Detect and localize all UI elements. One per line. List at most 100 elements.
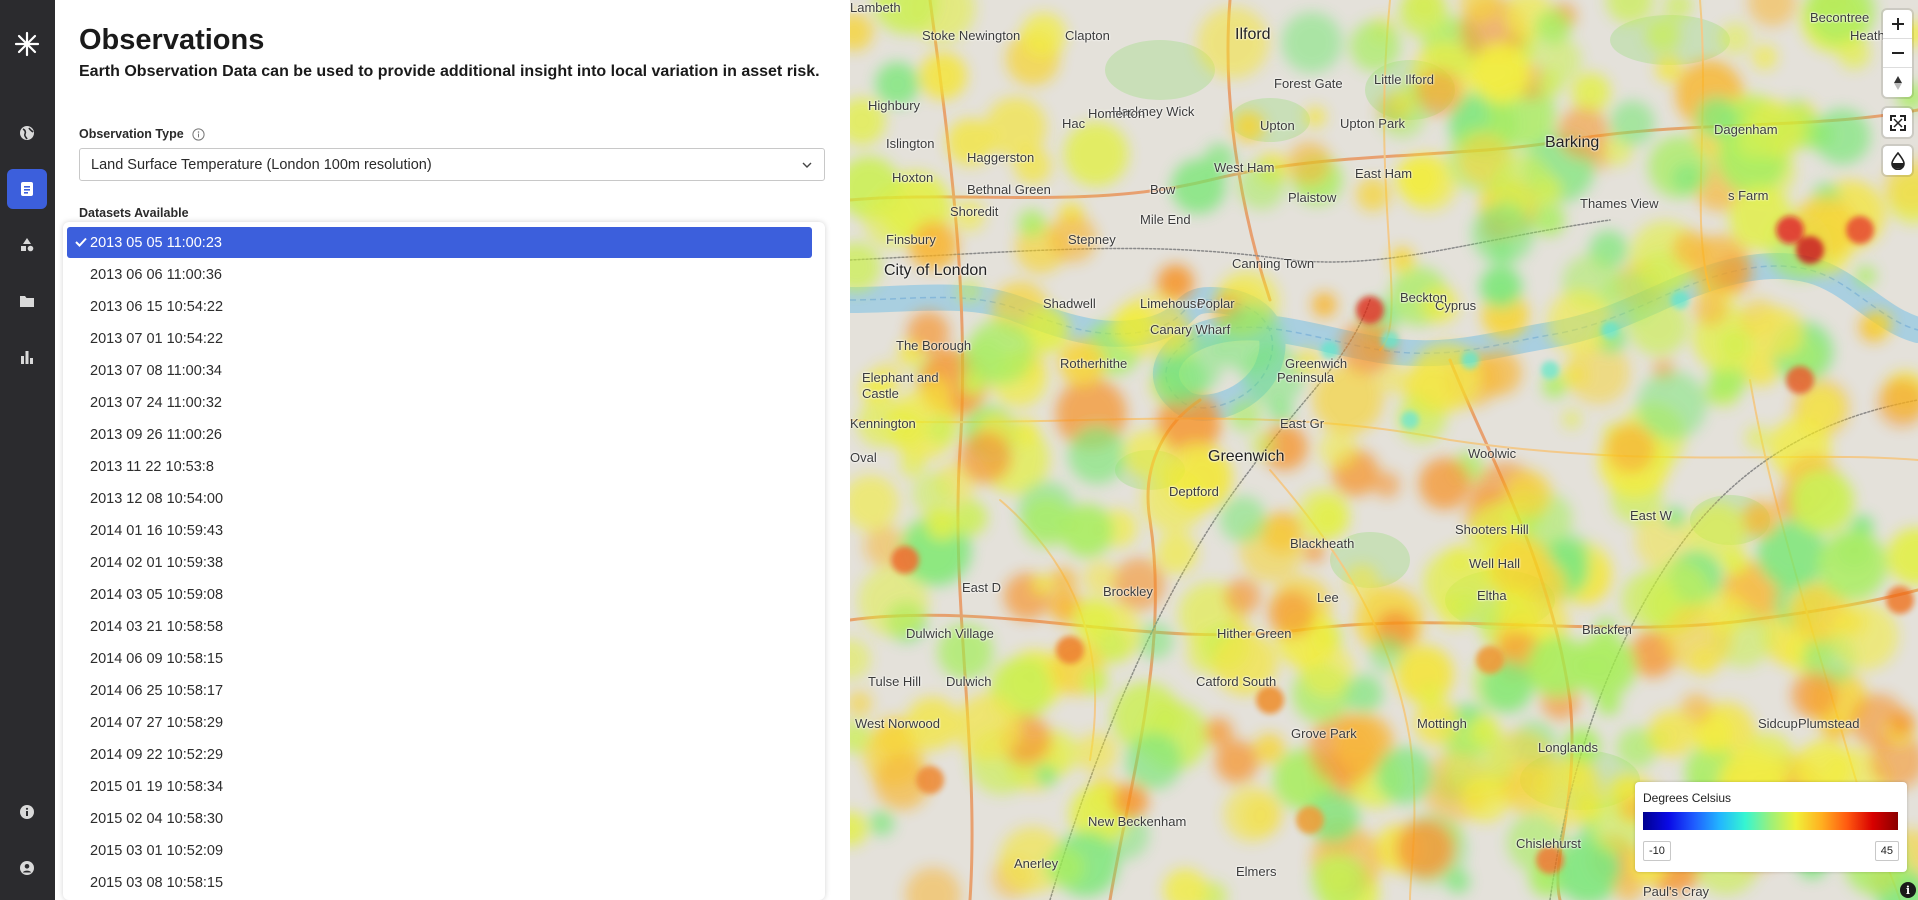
compass-reset-button[interactable] xyxy=(1883,68,1912,97)
observations-icon[interactable] xyxy=(7,169,47,209)
dataset-timestamp: 2013 06 15 10:54:22 xyxy=(90,298,224,315)
dataset-list-item[interactable]: 2014 07 27 10:58:29 xyxy=(67,707,812,738)
chevron-down-icon xyxy=(802,162,812,168)
temperature-legend: Degrees Celsius -10 45 xyxy=(1635,782,1907,872)
info-icon[interactable] xyxy=(7,792,47,832)
place-label: Chislehurst xyxy=(1516,836,1582,851)
dataset-list-item[interactable]: 2013 06 06 11:00:36 xyxy=(67,259,812,290)
place-label: Elmers xyxy=(1236,864,1277,879)
place-label: Brockley xyxy=(1103,584,1153,599)
place-label: Hoxton xyxy=(892,170,934,185)
observation-type-label: Observation Type xyxy=(79,127,205,141)
dataset-timestamp: 2014 03 05 10:59:08 xyxy=(90,586,224,603)
observation-type-value: Land Surface Temperature (London 100m re… xyxy=(91,156,432,173)
dataset-list-item[interactable]: 2015 03 01 10:52:09 xyxy=(67,835,812,866)
page-title: Observations xyxy=(79,24,265,56)
folder-icon[interactable] xyxy=(7,281,47,321)
place-label: Mile End xyxy=(1140,212,1191,227)
place-label: Well Hall xyxy=(1469,556,1521,571)
place-label: Upton xyxy=(1260,118,1295,133)
dataset-list-item[interactable]: 2013 06 15 10:54:22 xyxy=(67,291,812,322)
place-label: Canning Town xyxy=(1232,256,1315,271)
nav-rail xyxy=(0,0,55,900)
dataset-list-item[interactable]: 2014 03 05 10:59:08 xyxy=(67,579,812,610)
place-label: Shooters Hill xyxy=(1455,522,1529,537)
place-label: Barking xyxy=(1545,134,1600,151)
zoom-in-button[interactable] xyxy=(1883,10,1912,39)
place-label: Thames View xyxy=(1580,196,1659,211)
legend-min-input[interactable]: -10 xyxy=(1643,841,1671,861)
dataset-timestamp: 2014 02 01 10:59:38 xyxy=(90,554,224,571)
legend-max-input[interactable]: 45 xyxy=(1874,841,1899,861)
place-label: Blackfen xyxy=(1582,622,1632,637)
page-subtitle: Earth Observation Data can be used to pr… xyxy=(79,63,820,80)
place-label: Heath xyxy=(1850,28,1885,43)
fullscreen-button[interactable] xyxy=(1883,108,1912,137)
dataset-timestamp: 2013 11 22 10:53:8 xyxy=(90,458,214,475)
place-label: New Beckenham xyxy=(1088,814,1187,829)
place-label: Catford South xyxy=(1196,674,1277,689)
place-label: Limehouse xyxy=(1140,296,1204,311)
legend-title: Degrees Celsius xyxy=(1643,791,1732,805)
place-label: East D xyxy=(962,580,1002,595)
place-label: Oval xyxy=(850,450,877,465)
dataset-list-item[interactable]: 2015 01 19 10:58:34 xyxy=(67,771,812,802)
place-label: East W xyxy=(1630,508,1672,523)
place-label: Kennington xyxy=(850,416,916,431)
place-label: Ilford xyxy=(1235,26,1271,43)
opacity-drop-icon[interactable] xyxy=(1883,146,1912,175)
dataset-list-item[interactable]: 2015 03 08 10:58:15 xyxy=(67,867,812,898)
dataset-list-item[interactable]: 2014 03 21 10:58:58 xyxy=(67,611,812,642)
place-label: Greenwich xyxy=(1285,356,1348,371)
dataset-timestamp: 2014 01 16 10:59:43 xyxy=(90,522,224,539)
dataset-list-item[interactable]: 2014 06 09 10:58:15 xyxy=(67,643,812,674)
dataset-list-item[interactable]: 2014 02 01 10:59:38 xyxy=(67,547,812,578)
dataset-list-item[interactable]: 2014 09 22 10:52:29 xyxy=(67,739,812,770)
dataset-timestamp: 2013 09 26 11:00:26 xyxy=(90,426,222,443)
place-label: Dulwich Village xyxy=(906,626,994,641)
dataset-list-item[interactable]: 2014 06 25 10:58:17 xyxy=(67,675,812,706)
dataset-timestamp: 2013 06 06 11:00:36 xyxy=(90,266,222,283)
dataset-timestamp: 2015 03 08 10:58:15 xyxy=(90,874,224,891)
dataset-list-item[interactable]: 2013 07 01 10:54:22 xyxy=(67,323,812,354)
place-label: Plaistow xyxy=(1288,190,1337,205)
user-icon[interactable] xyxy=(7,848,47,888)
place-label: Grove Park xyxy=(1291,726,1357,741)
dataset-list-item[interactable]: 2015 02 04 10:58:30 xyxy=(67,803,812,834)
place-label: Hither Green xyxy=(1217,626,1292,641)
place-label: Hac xyxy=(1062,116,1086,131)
place-label: West Norwood xyxy=(855,716,941,731)
dataset-list-item[interactable]: 2013 11 22 10:53:8 xyxy=(67,451,812,482)
attribution-info-icon[interactable]: i xyxy=(1900,882,1916,898)
fullscreen-control xyxy=(1883,108,1912,137)
shapes-icon[interactable] xyxy=(7,225,47,265)
place-label: Shoredit xyxy=(950,204,999,219)
place-label: Dagenham xyxy=(1714,122,1778,137)
place-label: Shadwell xyxy=(1043,296,1096,311)
logo-icon[interactable] xyxy=(7,24,47,64)
dataset-timestamp: 2014 06 09 10:58:15 xyxy=(90,650,224,667)
place-label: Becontree xyxy=(1810,10,1870,25)
dataset-list-item[interactable]: 2013 09 26 11:00:26 xyxy=(67,419,812,450)
datasets-list[interactable]: 2013 05 05 11:00:23 2013 06 06 11:00:36 20… xyxy=(63,222,825,900)
observation-type-select[interactable]: Land Surface Temperature (London 100m re… xyxy=(79,148,825,181)
dataset-list-item[interactable]: 2013 12 08 10:54:00 xyxy=(67,483,812,514)
dataset-list-item[interactable]: 2014 01 16 10:59:43 xyxy=(67,515,812,546)
dataset-list-item[interactable]: 2013 05 05 11:00:23 xyxy=(67,227,812,258)
dataset-timestamp: 2014 06 25 10:58:17 xyxy=(90,682,224,699)
dataset-list-item[interactable]: 2013 07 24 11:00:32 xyxy=(67,387,812,418)
dataset-list-item[interactable]: 2013 07 08 11:00:34 xyxy=(67,355,812,386)
opacity-control xyxy=(1883,146,1912,175)
place-label: Stoke Newington xyxy=(922,28,1021,43)
zoom-out-button[interactable] xyxy=(1883,39,1912,68)
place-label: Plumstead xyxy=(1798,716,1860,731)
observation-type-label-text: Observation Type xyxy=(79,127,184,141)
globe-icon[interactable] xyxy=(7,113,47,153)
info-tooltip-icon[interactable] xyxy=(192,127,205,141)
place-label: Longlands xyxy=(1538,740,1598,755)
place-label: Woolwic xyxy=(1468,446,1517,461)
place-label: Rotherhithe xyxy=(1060,356,1128,371)
place-label: Anerley xyxy=(1014,856,1059,871)
map-view[interactable]: Stoke Newington Clapton Ilford Becontree Hea… xyxy=(850,0,1918,900)
bar-chart-icon[interactable] xyxy=(7,337,47,377)
